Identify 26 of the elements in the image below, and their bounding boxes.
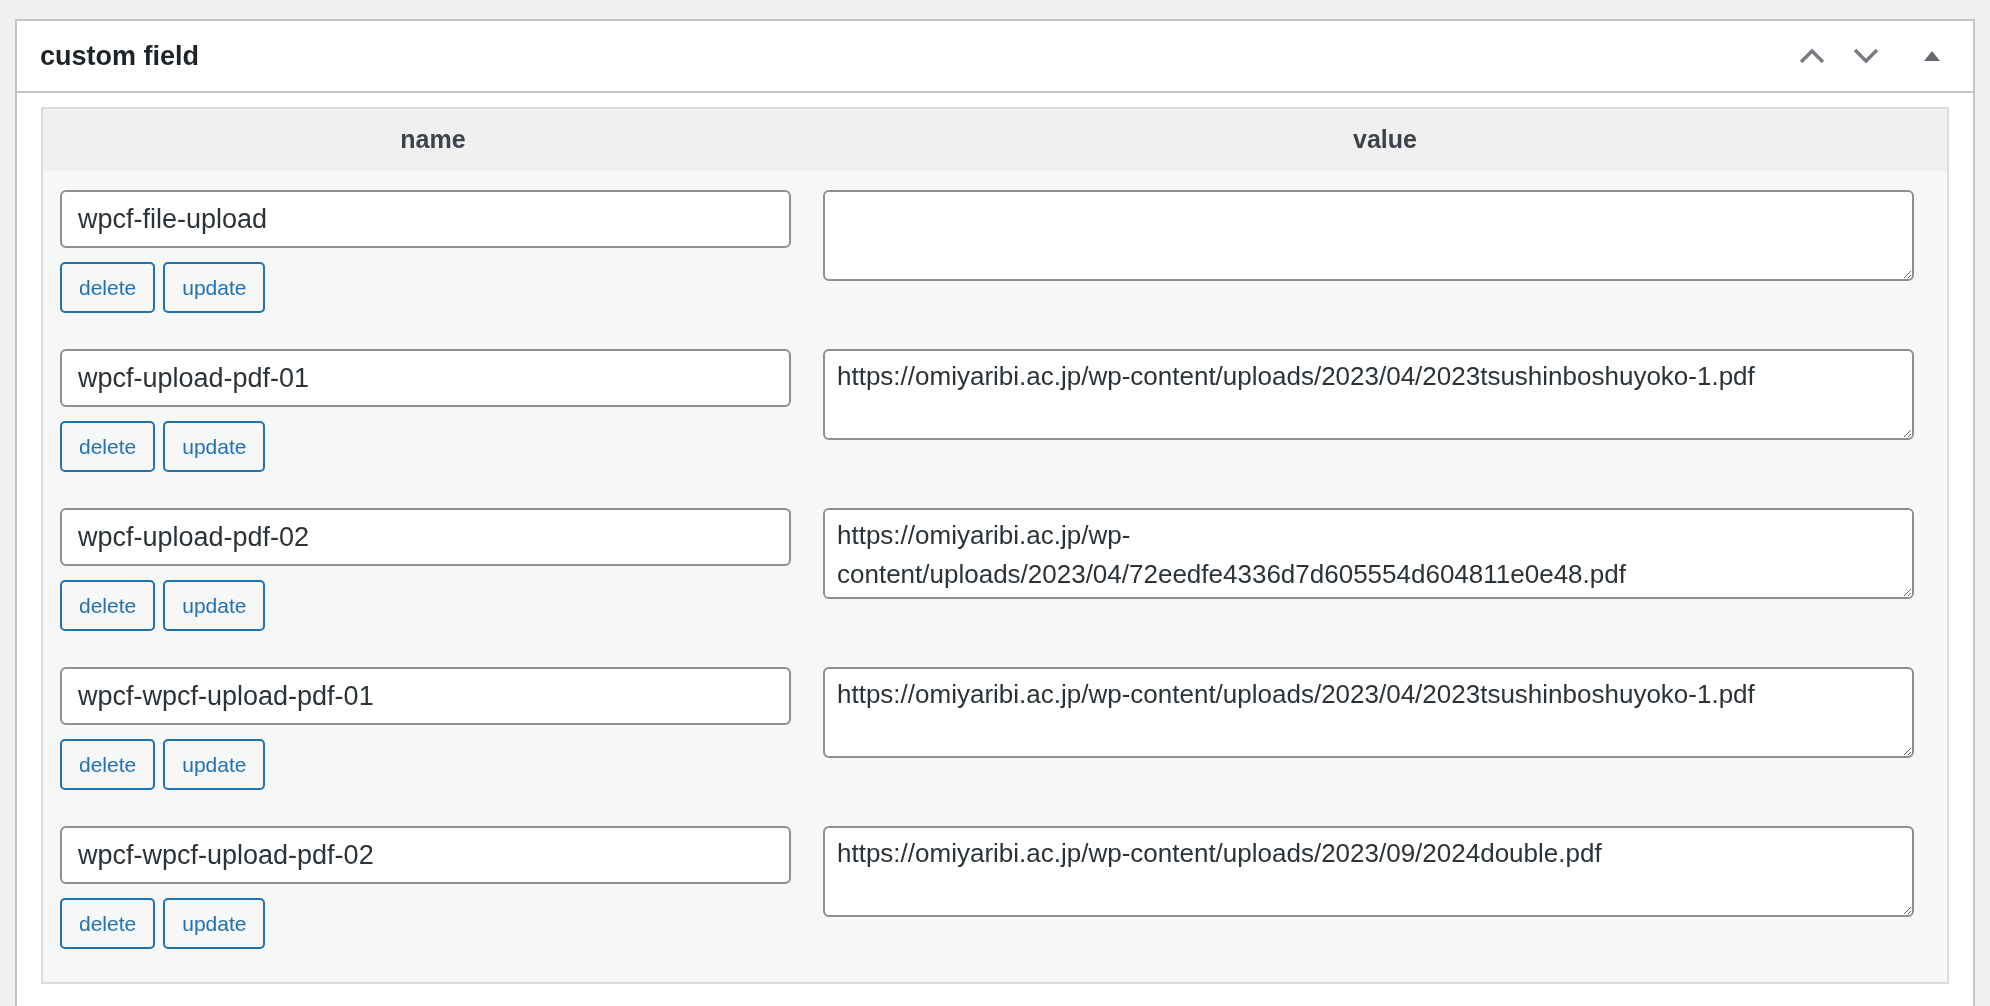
update-button[interactable]: update bbox=[163, 739, 266, 790]
delete-button[interactable]: delete bbox=[60, 739, 156, 790]
name-field[interactable]: wpcf-upload-pdf-01 bbox=[60, 349, 791, 407]
value-field[interactable]: https://omiyaribi.ac.jp/wp-content/uploads/2023/09/2024double.pdf bbox=[823, 826, 1914, 917]
delete-button[interactable]: delete bbox=[60, 421, 156, 472]
chevron-up-icon bbox=[1798, 47, 1826, 65]
value-field[interactable]: https://omiyaribi.ac.jp/wp-content/uploads/2023/04/72eedfe4336d7d605554d604811e0e48.pdf bbox=[823, 508, 1914, 599]
update-button[interactable]: update bbox=[163, 262, 266, 313]
triangle-up-icon bbox=[1923, 50, 1941, 62]
delete-button[interactable]: delete bbox=[60, 898, 156, 949]
update-button[interactable]: update bbox=[163, 580, 266, 631]
delete-button[interactable]: delete bbox=[60, 262, 156, 313]
panel-title: custom field bbox=[40, 39, 200, 73]
name-field[interactable]: wpcf-wpcf-upload-pdf-01 bbox=[60, 667, 791, 725]
name-field[interactable]: wpcf-wpcf-upload-pdf-02 bbox=[60, 826, 791, 884]
update-button[interactable]: update bbox=[163, 421, 266, 472]
name-field[interactable]: wpcf-file-upload bbox=[60, 190, 791, 248]
value-field[interactable]: https://omiyaribi.ac.jp/wp-content/uploads/2023/04/2023tsushinboshuyoko-1.pdf bbox=[823, 349, 1914, 440]
value-field[interactable] bbox=[823, 190, 1914, 281]
column-header: name bbox=[400, 124, 466, 156]
update-button[interactable]: update bbox=[163, 898, 266, 949]
column-header: value bbox=[1353, 124, 1417, 156]
chevron-down-icon bbox=[1852, 47, 1880, 65]
name-field[interactable]: wpcf-upload-pdf-02 bbox=[60, 508, 791, 566]
delete-button[interactable]: delete bbox=[60, 580, 156, 631]
value-field[interactable]: https://omiyaribi.ac.jp/wp-content/uploads/2023/04/2023tsushinboshuyoko-1.pdf bbox=[823, 667, 1914, 758]
